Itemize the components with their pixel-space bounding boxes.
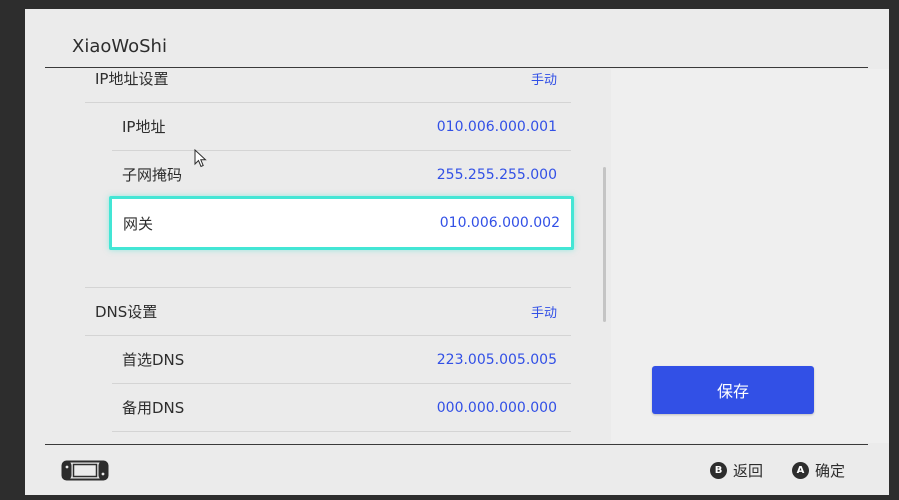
gateway-value: 010.006.000.002 <box>439 215 560 231</box>
a-button-icon: A <box>792 461 809 479</box>
ip-address-row[interactable]: IP地址 010.006.000.001 <box>112 103 571 151</box>
subnet-mask-row[interactable]: 子网掩码 255.255.255.000 <box>112 151 571 199</box>
primary-dns-label: 首选DNS <box>122 351 185 369</box>
mouse-cursor-icon <box>194 149 207 168</box>
settings-screen: XiaoWoShi IP地址设置 手动 IP地址 010.006.000.001… <box>25 9 889 495</box>
dns-settings-row[interactable]: DNS设置 手动 <box>85 288 571 336</box>
ip-settings-row[interactable]: IP地址设置 手动 <box>85 55 571 103</box>
subnet-mask-label: 子网掩码 <box>122 166 183 184</box>
secondary-dns-value: 000.000.000.000 <box>436 399 557 416</box>
back-hint[interactable]: B 返回 <box>710 460 763 480</box>
scrollbar[interactable] <box>603 167 606 322</box>
confirm-hint[interactable]: A 确定 <box>792 460 845 480</box>
b-button-icon: B <box>710 461 727 479</box>
dns-settings-label: DNS设置 <box>95 303 158 321</box>
subnet-mask-value: 255.255.255.000 <box>436 166 557 183</box>
page-title: XiaoWoShi <box>72 36 167 57</box>
secondary-dns-label: 备用DNS <box>122 399 185 417</box>
primary-dns-value: 223.005.005.005 <box>436 351 557 368</box>
back-hint-label: 返回 <box>733 461 764 480</box>
ip-settings-label: IP地址设置 <box>95 70 169 88</box>
confirm-hint-label: 确定 <box>815 461 846 480</box>
save-button[interactable]: 保存 <box>652 366 814 414</box>
ip-settings-mode: 手动 <box>530 73 557 88</box>
ip-address-label: IP地址 <box>122 118 166 136</box>
secondary-dns-row[interactable]: 备用DNS 000.000.000.000 <box>112 384 571 432</box>
gateway-label: 网关 <box>123 214 154 233</box>
switch-console-icon <box>61 460 109 481</box>
dns-settings-mode: 手动 <box>530 306 557 321</box>
ip-address-value: 010.006.000.001 <box>436 118 557 135</box>
footer-divider <box>45 444 868 445</box>
primary-dns-row[interactable]: 首选DNS 223.005.005.005 <box>112 336 571 384</box>
gateway-row[interactable]: 网关 010.006.000.002 <box>109 196 574 250</box>
